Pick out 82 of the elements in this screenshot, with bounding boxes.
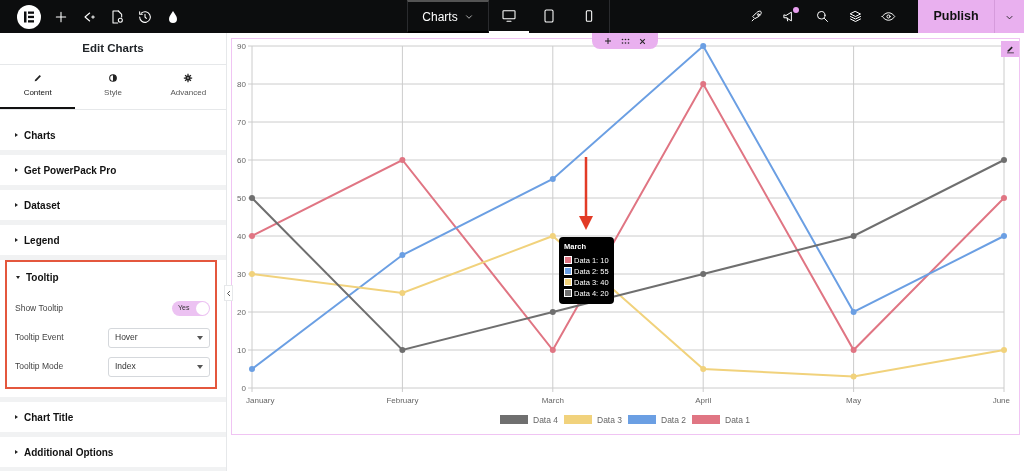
select-field[interactable]: Index — [108, 356, 210, 377]
section-header[interactable]: Get PowerPack Pro — [0, 155, 226, 185]
data-point — [399, 290, 406, 296]
section-header[interactable]: Tooltip — [7, 262, 215, 292]
control-label: Tooltip Mode — [15, 360, 64, 373]
data-point — [700, 271, 707, 277]
data-point — [549, 347, 556, 353]
data-point — [850, 347, 857, 353]
section-header[interactable]: Chart Title — [0, 402, 226, 432]
x-tick-label: May — [846, 396, 862, 405]
chevron-left-icon — [226, 289, 231, 297]
panel-title: Edit Charts — [82, 40, 144, 56]
data-point — [399, 157, 406, 163]
logo-icon[interactable] — [17, 4, 41, 29]
eye-icon[interactable] — [881, 9, 896, 24]
data-point — [700, 366, 707, 372]
x-tick-label: March — [541, 396, 564, 405]
legend-label[interactable]: Data 1 — [725, 415, 751, 425]
layers-icon[interactable] — [848, 9, 863, 24]
search-icon[interactable] — [815, 9, 830, 24]
section-header[interactable]: Dataset — [0, 190, 226, 220]
y-tick-label: 50 — [237, 194, 246, 203]
data-point — [249, 195, 255, 201]
data-point — [1001, 195, 1007, 201]
x-tick-label: June — [992, 396, 1010, 405]
x-tick-label: April — [695, 396, 712, 405]
y-tick-label: 0 — [241, 384, 246, 393]
y-tick-label: 40 — [237, 232, 246, 241]
widget-handle[interactable] — [592, 33, 658, 49]
data-point — [399, 252, 406, 258]
control-label: Tooltip Event — [15, 331, 64, 344]
section-header[interactable]: Charts — [0, 120, 226, 150]
legend-label[interactable]: Data 3 — [597, 415, 623, 425]
history-icon[interactable] — [137, 8, 153, 25]
collapse-panel-button[interactable] — [224, 285, 233, 301]
data-point — [549, 309, 556, 315]
x-tick-label: January — [246, 396, 275, 405]
contrast-icon — [108, 73, 118, 83]
panel-tab[interactable]: Content — [0, 65, 76, 109]
control-label: Show Tooltip — [15, 302, 64, 315]
y-tick-label: 70 — [237, 118, 246, 127]
x-tick-label: February — [386, 396, 419, 405]
tablet-icon — [541, 8, 557, 25]
data-point — [700, 81, 707, 87]
y-tick-label: 10 — [237, 346, 246, 355]
data-point — [399, 347, 406, 353]
gear-icon — [183, 73, 194, 83]
notification-dot — [793, 7, 799, 13]
page-menu[interactable]: Charts — [407, 0, 489, 33]
desktop-icon — [501, 8, 517, 25]
drag-handle-icon[interactable] — [621, 37, 630, 45]
data-point — [249, 366, 255, 372]
legend-label[interactable]: Data 4 — [533, 415, 559, 425]
data-point — [700, 43, 707, 49]
close-icon[interactable] — [639, 37, 646, 45]
y-tick-label: 30 — [237, 270, 246, 279]
data-point — [249, 271, 255, 277]
data-point — [1001, 157, 1007, 163]
data-point — [1001, 233, 1007, 239]
section-header[interactable]: Legend — [0, 225, 226, 255]
data-point — [1001, 347, 1007, 353]
y-tick-label: 60 — [237, 156, 246, 165]
data-point — [850, 233, 857, 239]
y-tick-label: 90 — [237, 42, 246, 51]
data-point — [850, 373, 857, 380]
data-point — [249, 233, 255, 239]
y-tick-label: 20 — [237, 308, 246, 317]
y-tick-label: 80 — [237, 80, 246, 89]
panel-tab[interactable]: Advanced — [150, 65, 226, 109]
panel-tab[interactable]: Style — [75, 65, 151, 109]
data-point — [850, 309, 857, 315]
pencil-icon — [1005, 44, 1015, 54]
page-settings-icon[interactable] — [109, 8, 125, 25]
section-header[interactable]: Additional Options — [0, 437, 226, 467]
data-point — [549, 176, 556, 182]
edit-button[interactable] — [1001, 41, 1019, 57]
legend-label[interactable]: Data 2 — [661, 415, 687, 425]
pencil-icon — [32, 73, 43, 83]
plus-icon[interactable] — [604, 37, 612, 45]
data-point — [549, 233, 556, 239]
publish-button[interactable]: Publish — [918, 0, 994, 33]
select-field[interactable]: Hover — [108, 327, 210, 348]
